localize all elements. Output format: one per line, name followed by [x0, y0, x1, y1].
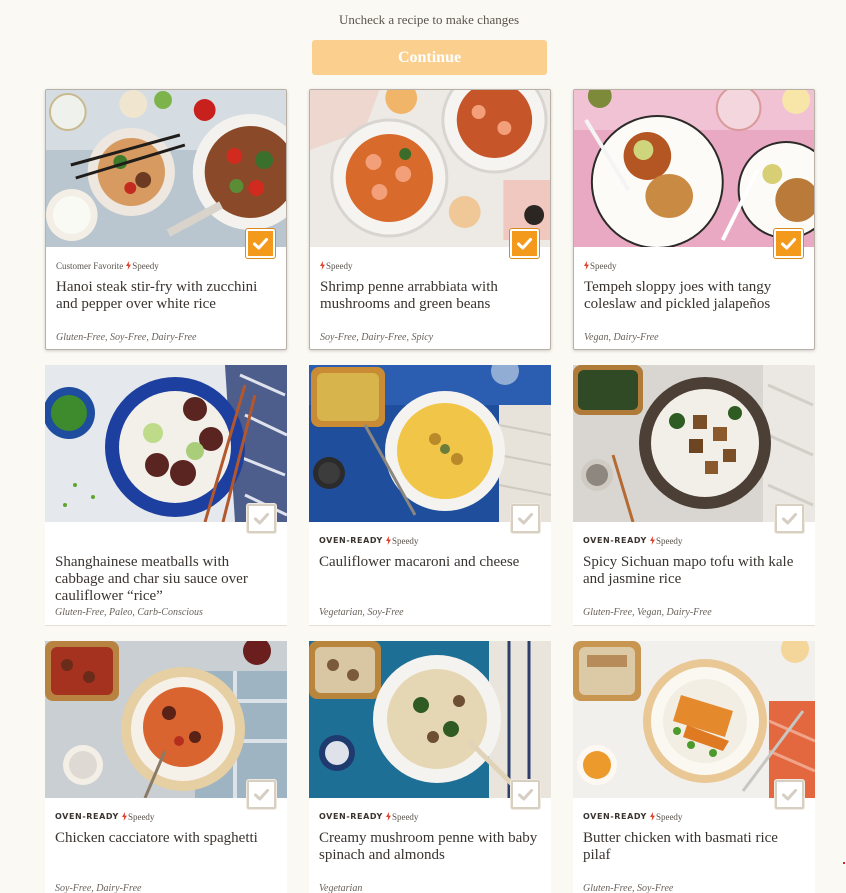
recipe-card[interactable]: OVEN-READY Speedy Butter chicken with bas…	[573, 641, 815, 893]
lightning-bolt-icon	[385, 812, 391, 821]
lightning-bolt-icon	[584, 261, 589, 270]
recipe-title: Butter chicken with basmati rice pilaf	[583, 830, 778, 863]
recipe-tags: Vegetarian, Soy-Free	[319, 607, 404, 618]
recipe-photo	[309, 365, 551, 522]
recipe-photo	[573, 365, 815, 522]
recipe-tags: Vegan, Dairy-Free	[584, 332, 659, 343]
recipe-title: Hanoi steak stir-fry with zucchini and p…	[56, 279, 258, 312]
recipe-tags: Gluten-Free, Paleo, Carb-Conscious	[55, 607, 203, 618]
recipe-photo	[45, 641, 287, 798]
lightning-bolt-icon	[126, 261, 132, 270]
recipe-title: Spicy Sichuan mapo tofu with kale and ja…	[583, 554, 794, 587]
speedy-label: Speedy	[655, 535, 683, 546]
stray-red-dot	[843, 862, 845, 864]
recipe-tags: Soy-Free, Dairy-Free, Spicy	[320, 332, 434, 343]
recipe-tags: Vegetarian	[319, 883, 363, 893]
recipe-tags: Gluten-Free, Soy-Free	[583, 883, 674, 893]
recipe-badges: OVEN-READY Speedy	[583, 811, 805, 822]
oven-ready-badge: OVEN-READY	[319, 536, 383, 545]
recipe-grid: Customer Favorite Speedy Hanoi steak stir…	[45, 89, 815, 893]
recipe-badges: OVEN-READY Speedy	[319, 535, 541, 546]
recipe-card[interactable]: OVEN-READY Speedy Chicken cacciatore with…	[45, 641, 287, 893]
recipe-card[interactable]: OVEN-READY Speedy Spicy Sichuan mapo tofu…	[573, 365, 815, 626]
speedy-badge: Speedy	[649, 811, 683, 822]
speedy-badge: Speedy	[320, 261, 353, 271]
recipe-photo	[573, 641, 815, 798]
speedy-label: Speedy	[655, 811, 683, 822]
recipe-card[interactable]: Speedy Tempeh sloppy joes with tangy col…	[573, 89, 815, 350]
speedy-label: Speedy	[391, 811, 419, 822]
lightning-bolt-icon	[649, 812, 655, 821]
lightning-bolt-icon	[385, 536, 391, 545]
recipe-photo	[310, 90, 550, 247]
speedy-label: Speedy	[132, 260, 159, 271]
instruction-text: Uncheck a recipe to make changes	[338, 12, 520, 27]
recipe-badges: OVEN-READY Speedy	[319, 811, 541, 822]
oven-ready-badge: OVEN-READY	[583, 812, 647, 821]
recipe-badges: Speedy	[320, 260, 540, 271]
recipe-title: Chicken cacciatore with spaghetti	[55, 830, 258, 846]
recipe-badges: Speedy	[584, 260, 804, 271]
customer-favorite-badge: Customer Favorite	[56, 260, 124, 271]
oven-ready-badge: OVEN-READY	[319, 812, 383, 821]
recipe-card[interactable]: OVEN-READY Speedy Cauliflower macaroni an…	[309, 365, 551, 626]
continue-button[interactable]: Continue	[312, 40, 547, 75]
recipe-badges	[55, 535, 277, 546]
lightning-bolt-icon	[121, 812, 127, 821]
oven-ready-badge: OVEN-READY	[55, 812, 119, 821]
recipe-photo	[309, 641, 551, 798]
recipe-card[interactable]: Customer Favorite Speedy Hanoi steak stir…	[45, 89, 287, 350]
recipe-title: Shanghainese meatballs with cabbage and …	[55, 554, 248, 604]
recipe-title: Creamy mushroom penne with baby spinach …	[319, 830, 538, 863]
recipe-photo	[45, 365, 287, 522]
speedy-badge: Speedy	[584, 261, 617, 271]
recipe-card[interactable]: Speedy Shrimp penne arrabbiata with mush…	[309, 89, 551, 350]
recipe-tags: Soy-Free, Dairy-Free	[55, 883, 142, 893]
recipe-photo	[46, 90, 286, 247]
speedy-badge: Speedy	[649, 535, 683, 546]
recipe-photo	[574, 90, 814, 247]
recipe-card[interactable]: OVEN-READY Speedy Creamy mushroom penne w…	[309, 641, 551, 893]
speedy-badge: Speedy	[385, 535, 419, 546]
speedy-badge: Speedy	[385, 811, 419, 822]
speedy-label: Speedy	[590, 260, 617, 271]
speedy-label: Speedy	[391, 535, 419, 546]
recipe-badges: OVEN-READY Speedy	[55, 811, 277, 822]
lightning-bolt-icon	[320, 261, 325, 270]
recipe-badges: Customer Favorite Speedy	[56, 260, 276, 271]
recipe-title: Tempeh sloppy joes with tangy coleslaw a…	[584, 279, 772, 312]
recipe-tags: Gluten-Free, Soy-Free, Dairy-Free	[56, 332, 197, 343]
recipe-card[interactable]: Shanghainese meatballs with cabbage and …	[45, 365, 287, 626]
recipe-title: Shrimp penne arrabbiata with mushrooms a…	[320, 279, 498, 312]
recipe-tags: Gluten-Free, Vegan, Dairy-Free	[583, 607, 712, 618]
recipe-badges: OVEN-READY Speedy	[583, 535, 805, 546]
speedy-badge: Speedy	[126, 261, 159, 271]
recipe-title: Cauliflower macaroni and cheese	[319, 554, 520, 570]
lightning-bolt-icon	[649, 536, 655, 545]
speedy-label: Speedy	[326, 260, 353, 271]
speedy-label: Speedy	[127, 811, 155, 822]
speedy-badge: Speedy	[121, 811, 155, 822]
oven-ready-badge: OVEN-READY	[583, 536, 647, 545]
